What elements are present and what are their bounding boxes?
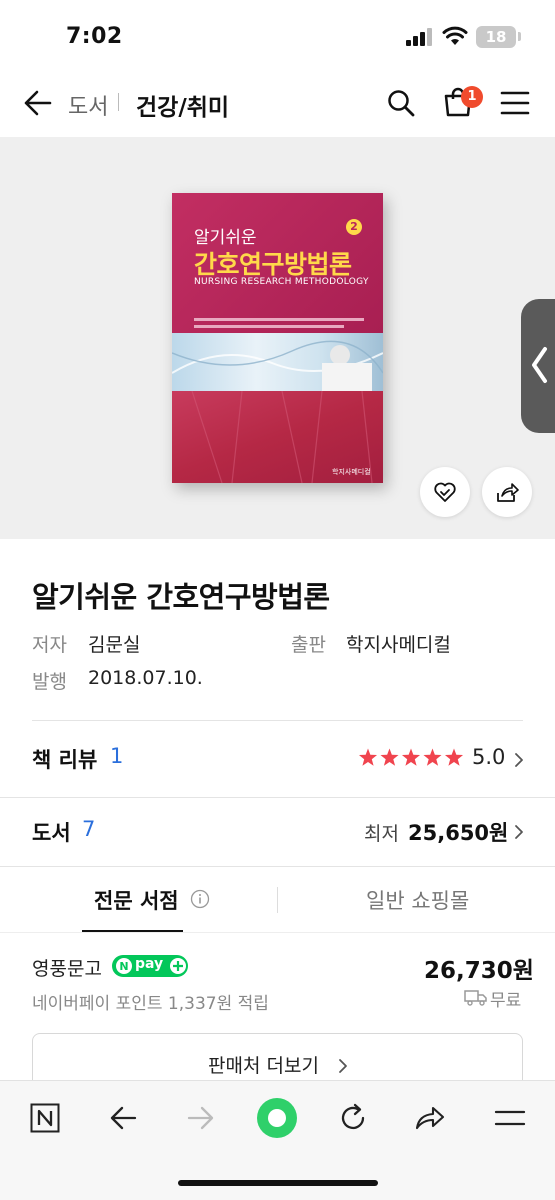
svg-text:N: N [119, 960, 128, 973]
chevron-right-icon [339, 1059, 347, 1073]
status-time: 7:02 [66, 24, 123, 49]
cover-photo-illustration [172, 340, 383, 391]
tab-general-mall[interactable]: 일반 쇼핑몰 [366, 885, 469, 915]
lowest-price-value: 25,650원 [408, 821, 509, 845]
divider [32, 720, 523, 721]
cellular-signal-icon [406, 28, 432, 46]
review-count: 1 [110, 744, 124, 768]
home-indicator [178, 1180, 378, 1186]
back-arrow-icon[interactable] [22, 88, 52, 118]
publish-date-value: 2018.07.10. [88, 667, 203, 689]
hamburger-menu-icon[interactable] [500, 90, 530, 116]
divider [0, 797, 555, 798]
author-value[interactable]: 김문실 [88, 630, 140, 657]
menu-icon[interactable] [494, 1107, 526, 1129]
npay-points: 네이버페이 포인트 1,337원 적립 [32, 994, 269, 1014]
heart-check-icon [434, 482, 456, 502]
star-icon [423, 748, 442, 766]
divider [0, 866, 555, 867]
more-sellers-label: 판매처 더보기 [208, 1055, 319, 1077]
breadcrumb-books[interactable]: 도서 [68, 89, 108, 121]
side-panel-handle[interactable] [521, 299, 555, 433]
green-dot-icon[interactable] [256, 1097, 298, 1139]
star-icon [358, 748, 378, 766]
cover-edition-badge: 2 [346, 219, 362, 235]
product-title: 알기쉬운 간호연구방법론 [32, 580, 330, 614]
book-cover-image[interactable]: 알기쉬운 간호연구방법론 NURSING RESEARCH METHODOLOG… [172, 193, 383, 483]
naver-home-icon[interactable] [30, 1103, 60, 1133]
chevron-right-icon [515, 753, 523, 767]
wifi-icon [442, 26, 468, 45]
share-arrow-icon[interactable] [414, 1103, 446, 1133]
back-arrow-icon[interactable] [108, 1103, 138, 1133]
share-button[interactable] [482, 467, 532, 517]
chevron-left-icon [532, 347, 547, 383]
tab-divider [277, 887, 278, 913]
review-label: 책 리뷰 [32, 748, 98, 772]
rating-stars [358, 748, 464, 766]
divider [0, 932, 555, 933]
battery-icon: 18 [476, 26, 516, 48]
publish-date-label: 발행 [32, 671, 67, 693]
product-image-area: 알기쉬운 간호연구방법론 NURSING RESEARCH METHODOLOG… [0, 137, 555, 539]
tab-specialty-bookstore[interactable]: 전문 서점 [94, 885, 179, 915]
cover-photo-strip [172, 333, 383, 391]
refresh-icon[interactable] [338, 1103, 368, 1133]
cart-count-badge: 1 [461, 86, 483, 108]
chevron-right-icon [515, 825, 523, 839]
star-icon [444, 748, 464, 766]
publisher-value[interactable]: 학지사메디컬 [346, 630, 451, 657]
cover-authors-line [194, 318, 364, 328]
cover-english-title: NURSING RESEARCH METHODOLOGY [194, 277, 369, 287]
battery-tip [518, 32, 521, 41]
lowest-price-label: 최저 [364, 823, 399, 845]
rating-value: 5.0 [472, 745, 506, 769]
cover-title: 간호연구방법론 [194, 250, 352, 279]
info-icon[interactable] [190, 889, 210, 909]
seller-name: 영풍문고 [32, 958, 102, 980]
publisher-label: 출판 [291, 634, 326, 656]
breadcrumb-category[interactable]: 건강/취미 [136, 88, 229, 122]
truck-icon [464, 990, 487, 1006]
npay-label: pay [135, 956, 164, 972]
search-icon[interactable] [386, 88, 416, 118]
star-icon [380, 748, 399, 766]
author-label: 저자 [32, 634, 67, 656]
share-icon [497, 483, 519, 502]
wishlist-button[interactable] [420, 467, 470, 517]
shipping-fee: 무료 [490, 991, 522, 1011]
books-count: 7 [82, 817, 96, 841]
breadcrumb-divider [118, 93, 119, 111]
seller-price: 26,730원 [424, 958, 534, 984]
star-icon [401, 748, 421, 766]
books-label: 도서 [32, 821, 71, 845]
status-bar: 7:02 18 [0, 0, 555, 72]
cover-publisher-logo: 학지사메디컬 [332, 468, 371, 476]
forward-arrow-icon[interactable] [186, 1103, 216, 1133]
